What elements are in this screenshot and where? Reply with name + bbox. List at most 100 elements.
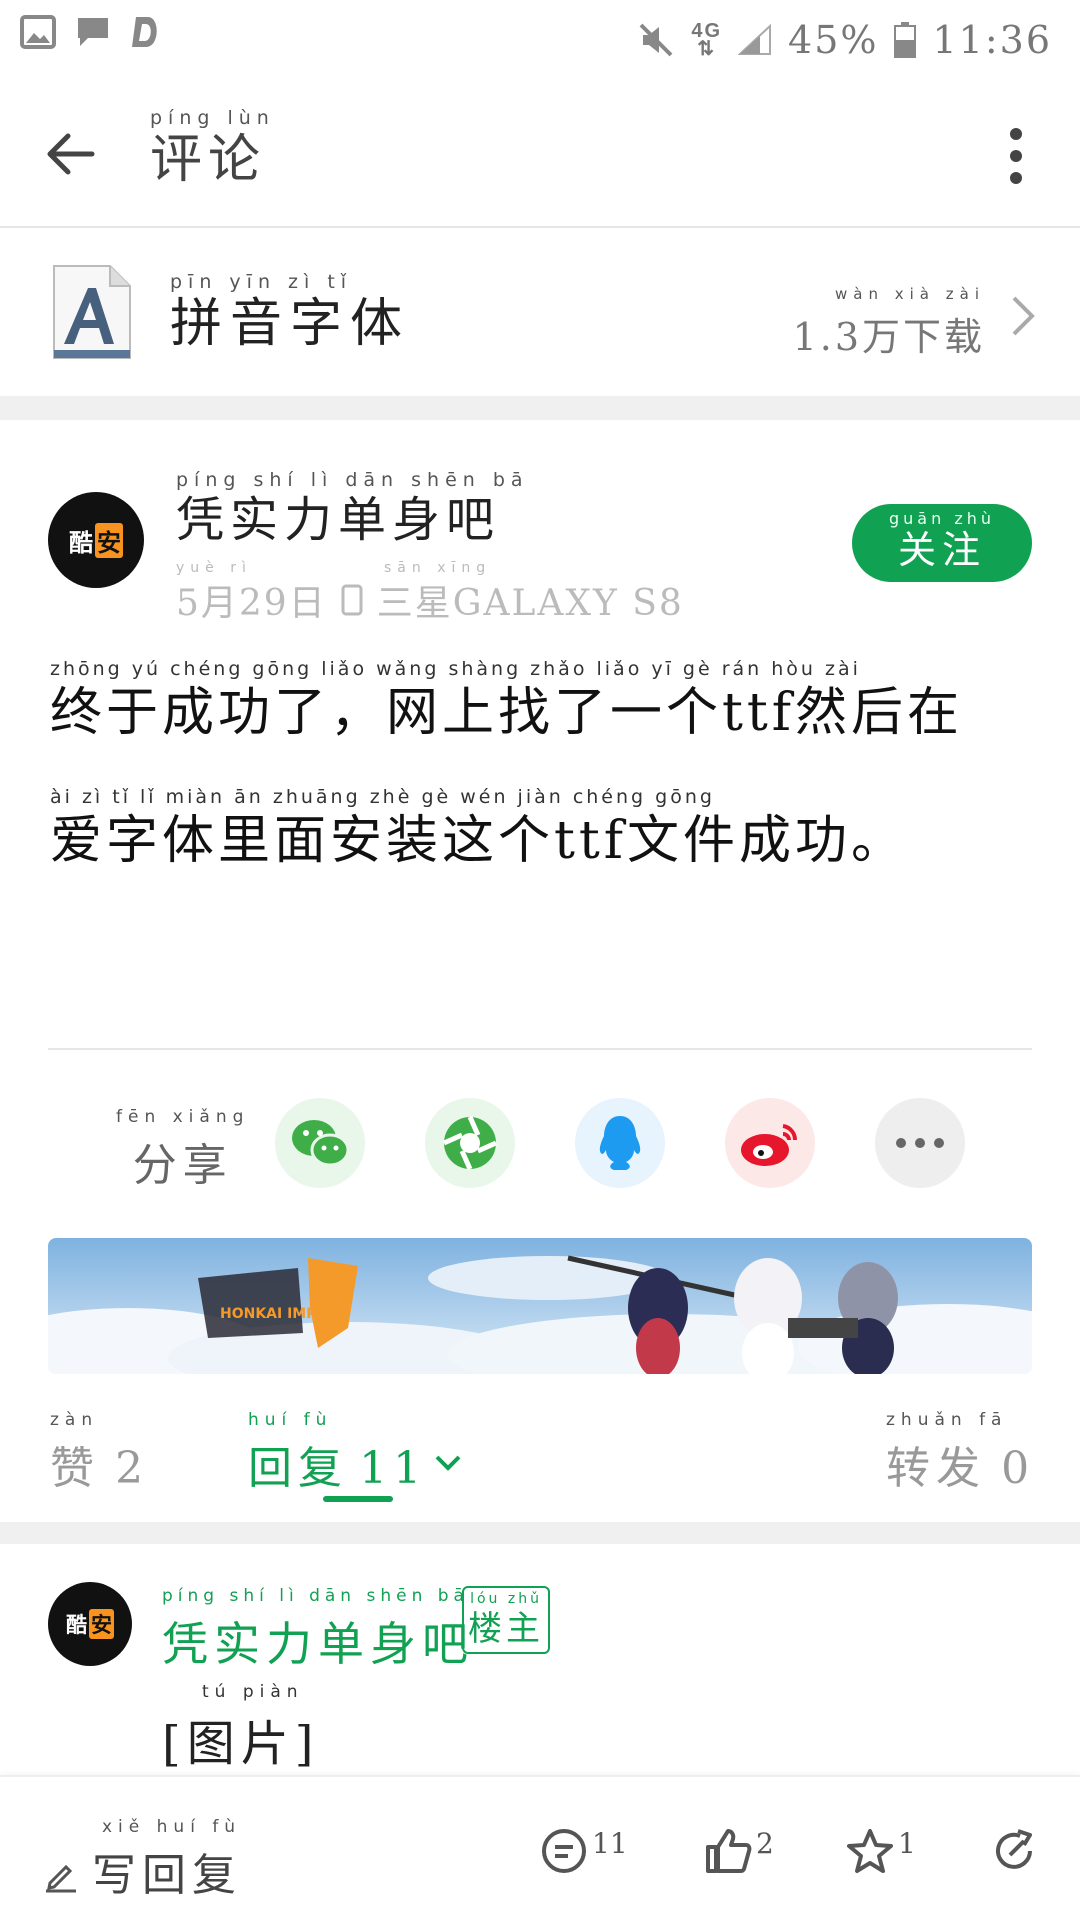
d-app-icon	[132, 17, 157, 47]
post-content-line-2: ài zì tǐ lǐ miàn ān zhuāng zhè gè wén ji…	[50, 783, 1040, 911]
reply-author-name: 凭实力单身吧	[162, 1617, 474, 1671]
page-title-pinyin: píng lùn	[150, 107, 275, 129]
op-badge-label: 楼主	[468, 1609, 544, 1649]
star-icon	[847, 1829, 893, 1873]
game-banner-ad[interactable]: HONKAI IMPACT	[48, 1238, 1032, 1374]
svg-text:HONKAI IMPACT: HONKAI IMPACT	[220, 1306, 346, 1322]
download-count-text: 1.3万下载	[792, 315, 985, 359]
page-title: píng lùn 评论	[150, 106, 275, 190]
reply-content: tú piàn [图片]	[162, 1680, 319, 1774]
avatar[interactable]: 酷安	[48, 492, 144, 588]
section-divider-2	[0, 1522, 1080, 1544]
back-arrow-icon[interactable]	[40, 124, 100, 184]
forward-tab-pinyin: zhuǎn fā	[886, 1410, 1008, 1430]
reply-author-pinyin: píng shí lì dān shēn bā	[162, 1586, 469, 1606]
favorite-button[interactable]: 1	[846, 1827, 916, 1875]
write-reply-text-wrap: xiě huí fù 写回复	[92, 1815, 242, 1903]
stars-count: 1	[898, 1827, 916, 1860]
reply-tab[interactable]: huí fù 回复 11	[248, 1408, 462, 1496]
battery-percent: 45%	[788, 18, 879, 62]
write-reply-pinyin: xiě huí fù	[102, 1817, 242, 1837]
share-more-button[interactable]	[875, 1098, 965, 1188]
app-name: pīn yīn zì tǐ 拼音字体	[170, 270, 410, 354]
battery-icon	[894, 22, 917, 58]
weibo-icon	[741, 1124, 798, 1166]
follow-button-pinyin: guān zhù	[888, 509, 995, 528]
avatar-text-left: 酷	[69, 528, 93, 557]
reply-content-text: [图片]	[162, 1716, 320, 1772]
download-count: wàn xià zài 1.3万下载	[793, 282, 985, 361]
share-label: fēn xiǎng 分享	[116, 1105, 249, 1193]
content-divider	[48, 1048, 1032, 1050]
write-reply-label: 写回复	[92, 1850, 242, 1901]
share-qq-button[interactable]	[575, 1098, 665, 1188]
post-content: zhōng yú chéng gōng liǎo wǎng shàng zhǎo…	[50, 655, 1040, 911]
phone-icon	[341, 584, 363, 616]
chevron-right-icon	[1012, 296, 1035, 336]
mute-icon	[639, 23, 673, 57]
post-content-line-2-text: 爱字体里面安装这个ttf文件成功。	[50, 811, 908, 871]
status-bar: 4G ⇅ 45% 11:36	[0, 0, 1080, 84]
like-tab-label: 赞	[50, 1443, 100, 1494]
post-content-line-1-text: 终于成功了，网上找了一个ttf然后在	[50, 683, 964, 743]
app-name-pinyin: pīn yīn zì tǐ	[170, 271, 353, 293]
forward-tab-count: 0	[1001, 1443, 1036, 1494]
download-count-pinyin: wàn xià zài	[835, 285, 985, 303]
share-wechat-button[interactable]	[275, 1098, 365, 1188]
wechat-icon	[292, 1120, 350, 1167]
page-title-text: 评论	[150, 130, 267, 190]
like-button[interactable]: 2	[704, 1827, 774, 1875]
more-horiz-icon	[896, 1138, 944, 1148]
share-label-text: 分享	[132, 1140, 233, 1191]
likes-count: 2	[756, 1827, 774, 1860]
post-content-line-1: zhōng yú chéng gōng liǎo wǎng shàng zhǎo…	[50, 655, 1040, 783]
reply-avatar-text-right: 安	[89, 1609, 114, 1639]
qq-icon	[599, 1116, 641, 1170]
status-indicators: 4G ⇅ 45% 11:36	[637, 18, 1052, 62]
thumbs-up-icon	[706, 1829, 752, 1873]
post-date: 5月29日	[176, 583, 327, 624]
pencil-icon	[46, 1864, 76, 1893]
like-tab-count: 2	[115, 1443, 150, 1494]
status-notifications	[20, 14, 164, 50]
share-moments-button[interactable]	[425, 1098, 515, 1188]
like-tab[interactable]: zàn 赞 2	[50, 1408, 149, 1496]
app-name-text: 拼音字体	[170, 294, 411, 354]
reply-author[interactable]: píng shí lì dān shēn bā 凭实力单身吧	[162, 1584, 474, 1674]
chevron-down-icon	[435, 1455, 461, 1471]
bottom-bar: xiě huí fù 写回复 11 2 1	[0, 1775, 1080, 1920]
reply-avatar-text-left: 酷	[66, 1613, 87, 1637]
reply-content-pinyin: tú piàn	[202, 1682, 304, 1702]
network-type: 4G ⇅	[691, 20, 723, 60]
share-weibo-button[interactable]	[725, 1098, 815, 1188]
reply-tab-label: 回复	[248, 1443, 348, 1494]
forward-tab[interactable]: zhuǎn fā 转发 0	[886, 1408, 1035, 1496]
op-badge-pinyin: lóu zhǔ	[470, 1591, 542, 1607]
post-author-pinyin: píng shí lì dān shēn bā	[176, 469, 529, 491]
comments-button[interactable]: 11	[540, 1827, 628, 1875]
follow-button[interactable]: guān zhù 关注	[852, 504, 1032, 582]
post-device: 三星GALAXY S8	[376, 583, 684, 624]
share-arrow-icon	[996, 1829, 1032, 1869]
moments-icon	[442, 1115, 498, 1171]
comments-count: 11	[592, 1827, 628, 1860]
gallery-icon	[20, 15, 56, 49]
avatar-text-right: 安	[95, 522, 123, 558]
app-info-row[interactable]: pīn yīn zì tǐ 拼音字体 wàn xià zài 1.3万下载	[0, 230, 1080, 396]
font-app-icon	[53, 265, 131, 359]
reply-tab-indicator	[323, 1496, 393, 1502]
comment-icon	[542, 1829, 586, 1873]
write-reply-button[interactable]: xiě huí fù 写回复	[44, 1815, 242, 1903]
message-icon	[78, 18, 108, 46]
reply-tab-count: 11	[359, 1443, 428, 1494]
app-bar: píng lùn 评论	[0, 84, 1080, 228]
follow-button-label: 关注	[897, 528, 986, 572]
post-author-name: 凭实力单身吧	[176, 492, 501, 548]
like-tab-pinyin: zàn	[50, 1410, 99, 1430]
post-author[interactable]: píng shí lì dān shēn bā 凭实力单身吧	[176, 468, 529, 548]
reply-avatar[interactable]: 酷安	[48, 1582, 132, 1666]
signal-icon	[738, 24, 772, 55]
section-divider	[0, 396, 1080, 420]
share-button[interactable]	[990, 1827, 1038, 1875]
more-vert-icon[interactable]	[1008, 126, 1024, 186]
